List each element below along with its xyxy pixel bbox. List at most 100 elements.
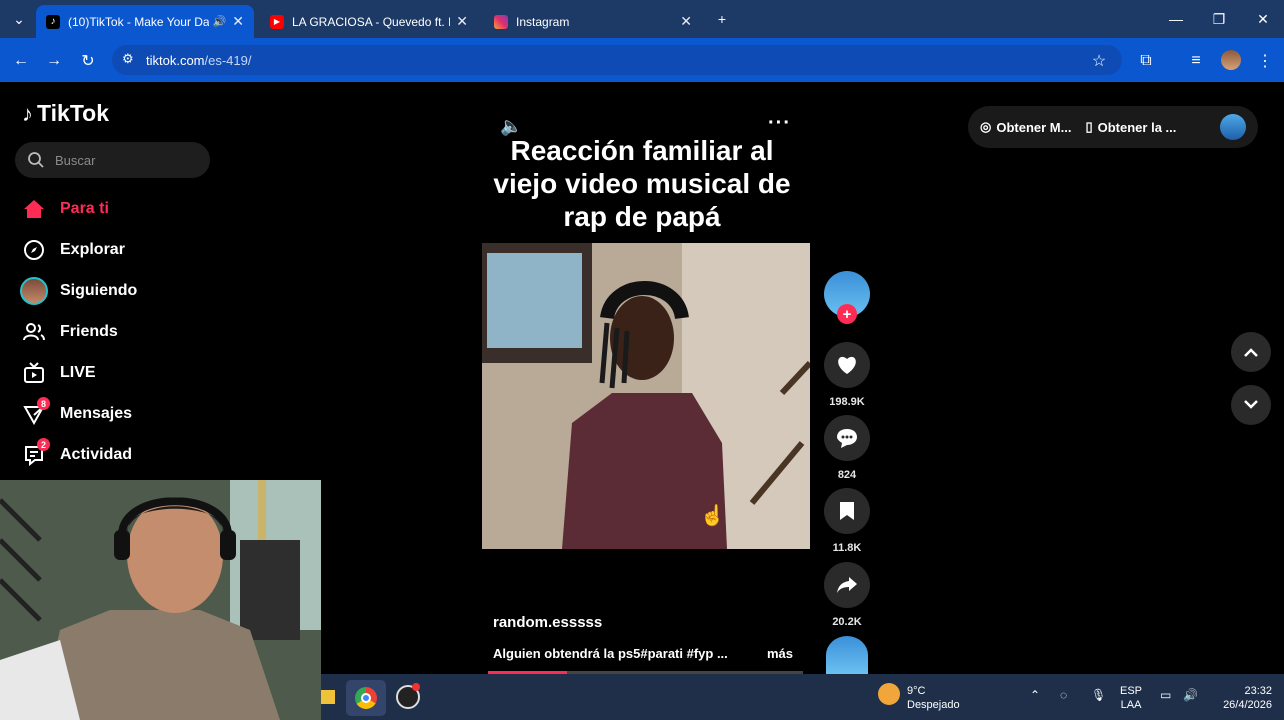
close-window-icon[interactable]: ✕ — [1252, 8, 1274, 30]
recording-dot-icon — [412, 683, 420, 691]
nav-item-friends[interactable]: Friends — [20, 317, 118, 347]
weather-widget[interactable]: 9°C Despejado — [907, 684, 960, 712]
microphone-icon[interactable]: 🎙 — [1091, 688, 1106, 702]
chrome-icon-center — [361, 693, 371, 703]
file-explorer-icon[interactable] — [321, 690, 335, 704]
obs-app-icon[interactable] — [396, 683, 420, 709]
bookmark-icon — [824, 488, 870, 534]
hidden-icon-eye-icon[interactable]: ◌ — [1060, 688, 1067, 702]
clock[interactable]: 23:32 26/4/2026 — [1210, 684, 1272, 712]
network-icon[interactable]: ▭ — [1160, 688, 1171, 702]
nav-item-live[interactable]: LIVE — [20, 358, 96, 388]
tiktok-logo[interactable]: ♪ TikTok — [22, 100, 109, 127]
search-input[interactable]: Buscar — [15, 142, 210, 178]
video-caption-overlay: Reacción familiar al viejo video musical… — [493, 135, 791, 232]
restore-icon[interactable]: ❐ — [1208, 8, 1230, 30]
lang-bottom: LAA — [1120, 699, 1142, 711]
tab-search-chevron-icon[interactable]: ⌄ — [8, 8, 30, 30]
home-icon — [20, 195, 48, 223]
url-host: tiktok.com — [146, 52, 205, 68]
lang-top: ESP — [1120, 685, 1143, 697]
messages-badge: 8 — [37, 397, 50, 410]
browser-tab-tiktok[interactable]: ♪ (10)TikTok - Make Your Day 🔊 ✕ — [36, 5, 254, 38]
extensions-icon[interactable]: ⧉ — [1135, 50, 1157, 72]
tray-chevron-up-icon[interactable]: ⌃ — [1030, 688, 1040, 702]
audio-playing-icon: 🔊 — [212, 16, 227, 28]
phone-icon: ▯ — [1085, 119, 1093, 134]
chevron-down-icon — [1244, 400, 1258, 409]
creator-avatar[interactable]: + — [824, 271, 870, 324]
forward-icon[interactable]: → — [43, 50, 65, 72]
weather-text: Despejado — [907, 699, 960, 711]
video-username[interactable]: random.esssss — [493, 614, 602, 631]
nav-item-mensajes[interactable]: 8 Mensajes — [20, 397, 133, 429]
close-tab-icon[interactable]: ✕ — [680, 13, 692, 30]
previous-video-button[interactable] — [1231, 332, 1271, 372]
get-coins-label: Obtener M... — [996, 119, 1072, 135]
get-app-button[interactable]: ▯ Obtener la ... — [1085, 119, 1176, 135]
video-options-icon[interactable]: ··· — [768, 112, 791, 135]
weather-moon-icon — [878, 683, 900, 705]
nav-item-explorar[interactable]: Explorar — [20, 235, 125, 265]
activity-badge: 2 — [37, 438, 50, 451]
nav-item-actividad[interactable]: 2 Actividad — [20, 438, 132, 470]
menu-kebab-icon[interactable]: ⋮ — [1254, 50, 1276, 72]
video-frame — [482, 243, 810, 549]
share-button[interactable]: 20.2K — [824, 562, 870, 628]
speaker-icon[interactable]: 🔊 — [1183, 688, 1198, 702]
coin-icon: ◎ — [980, 119, 992, 134]
comment-button[interactable]: 824 — [824, 415, 870, 481]
nav-label: Friends — [60, 323, 118, 340]
next-video-button[interactable] — [1231, 385, 1271, 425]
back-icon[interactable]: ← — [10, 50, 32, 72]
get-coins-button[interactable]: ◎ Obtener M... — [980, 119, 1071, 135]
tab-title: Instagram — [516, 14, 570, 29]
profile-avatar[interactable] — [1221, 50, 1241, 70]
language-indicator[interactable]: ESP LAA — [1120, 684, 1142, 712]
save-count: 11.8K — [832, 542, 862, 554]
following-avatar-icon — [20, 277, 48, 305]
like-button[interactable]: 198.9K — [824, 342, 870, 408]
minimize-icon[interactable]: — — [1165, 8, 1187, 30]
compass-icon — [20, 236, 48, 264]
next-creator-avatar[interactable] — [826, 636, 868, 674]
like-count: 198.9K — [829, 396, 865, 408]
user-avatar[interactable] — [1220, 114, 1246, 140]
taskbar-chrome-button[interactable] — [346, 680, 386, 716]
instagram-favicon-icon — [494, 14, 508, 29]
site-info-icon[interactable]: ⚙ — [122, 51, 134, 67]
webcam-overlay — [0, 480, 321, 720]
more-button[interactable]: más — [767, 646, 793, 661]
clock-time: 23:32 — [1244, 685, 1272, 697]
chevron-up-icon — [1244, 348, 1258, 357]
follow-plus-icon[interactable]: + — [837, 304, 857, 324]
nav-item-para-ti[interactable]: Para ti — [20, 194, 109, 224]
nav-label: Mensajes — [60, 405, 133, 422]
share-arrow-icon — [824, 562, 870, 608]
browser-tab-youtube[interactable]: ▶ LA GRACIOSA - Quevedo ft. Elvis ✕ — [260, 5, 478, 38]
bookmark-star-icon[interactable]: ☆ — [1088, 50, 1110, 72]
weather-temp: 9°C — [907, 685, 926, 697]
new-tab-icon[interactable]: + — [711, 8, 733, 30]
browser-tab-instagram[interactable]: Instagram ✕ — [484, 5, 702, 38]
heart-icon — [824, 342, 870, 388]
friends-icon — [20, 318, 48, 346]
save-button[interactable]: 11.8K — [824, 488, 870, 554]
video-frame-image — [482, 243, 810, 549]
tiktok-logo-icon: ♪ — [22, 100, 33, 126]
nav-item-siguiendo[interactable]: Siguiendo — [20, 276, 137, 306]
close-tab-icon[interactable]: ✕ — [232, 13, 244, 30]
tab-title: (10)TikTok - Make Your Day — [68, 14, 209, 29]
nav-label: Explorar — [60, 241, 125, 258]
address-bar[interactable]: ⚙ tiktok.com/es-419/ — [112, 45, 1122, 75]
logo-text: TikTok — [37, 100, 109, 126]
tab-title: LA GRACIOSA - Quevedo ft. Elvis — [292, 14, 450, 29]
reload-icon[interactable]: ↻ — [77, 50, 99, 72]
close-tab-icon[interactable]: ✕ — [456, 13, 468, 30]
search-placeholder: Buscar — [55, 152, 96, 168]
share-count: 20.2K — [832, 616, 862, 628]
nav-label: LIVE — [60, 364, 96, 381]
comment-icon — [824, 415, 870, 461]
clock-date: 26/4/2026 — [1223, 699, 1272, 711]
media-control-icon[interactable]: ≡ — [1185, 50, 1207, 72]
